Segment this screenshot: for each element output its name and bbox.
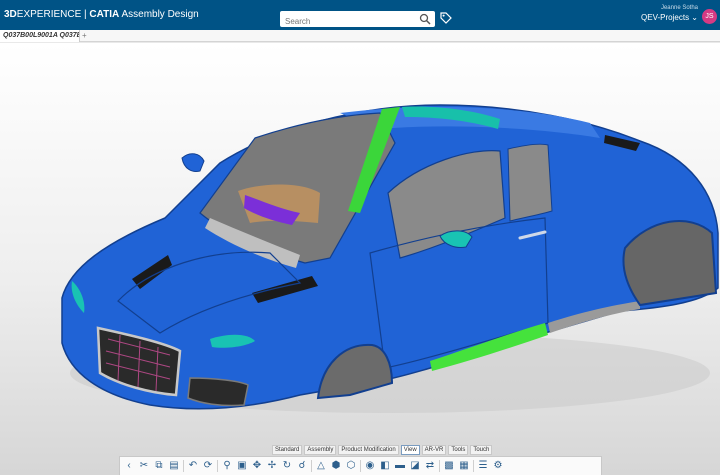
brand-experience: EXPERIENCE: [16, 9, 82, 20]
tree-icon[interactable]: ☰: [477, 460, 489, 472]
capture-icon[interactable]: ▩: [443, 460, 455, 472]
fit-all-icon[interactable]: ✥: [251, 460, 263, 472]
section-assembly[interactable]: Assembly: [304, 445, 337, 455]
toolbar-divider: [183, 460, 184, 472]
search-icon[interactable]: [419, 13, 431, 25]
collapse-icon[interactable]: ‹: [123, 460, 135, 472]
ground-icon[interactable]: ▬: [394, 460, 406, 472]
section-view[interactable]: View: [400, 445, 420, 455]
render-icon[interactable]: ◉: [364, 460, 376, 472]
3d-viewport[interactable]: [0, 43, 720, 475]
zoom-icon[interactable]: ⚲: [221, 460, 233, 472]
top-bar: 3DEXPERIENCE | CATIA Assembly Design Jea…: [0, 0, 720, 30]
brand-title[interactable]: 3DEXPERIENCE | CATIA Assembly Design: [4, 9, 199, 20]
undo-icon[interactable]: ↶: [187, 460, 199, 472]
tab-bar: Q037B00L9001A Q037B00 +: [0, 30, 720, 42]
paste-icon[interactable]: ▤: [168, 460, 180, 472]
left-mirror: [181, 153, 205, 172]
update-icon[interactable]: ⟳: [202, 460, 214, 472]
normal-view-icon[interactable]: △: [315, 460, 327, 472]
search-input[interactable]: [280, 13, 410, 30]
toolbar-divider: [473, 460, 474, 472]
toolbar-divider: [217, 460, 218, 472]
user-menu[interactable]: Jeanne Sotha QEV-Projects ⌄: [641, 5, 698, 22]
iso-view-icon[interactable]: ⬢: [330, 460, 342, 472]
tab-assembly[interactable]: Q037B00L9001A Q037B00: [0, 30, 80, 42]
toolbar-divider: [439, 460, 440, 472]
copy-icon[interactable]: ⧉: [153, 460, 165, 472]
section-touch[interactable]: Touch: [470, 445, 493, 455]
section-icon[interactable]: ◪: [409, 460, 421, 472]
brand-role: Assembly Design: [119, 9, 199, 20]
brand-3d: 3D: [4, 9, 17, 20]
project-selector[interactable]: QEV-Projects ⌄: [641, 13, 698, 22]
options-icon[interactable]: ⚙: [492, 460, 504, 472]
lower-intake: [187, 377, 249, 407]
cut-icon[interactable]: ✂: [138, 460, 150, 472]
section-ar-vr[interactable]: AR-VR: [421, 445, 447, 455]
brand-app: CATIA: [89, 9, 120, 20]
toolbar-divider: [360, 460, 361, 472]
section-standard[interactable]: Standard: [272, 445, 303, 455]
rotate-icon[interactable]: ↻: [281, 460, 293, 472]
rear-window: [507, 143, 553, 222]
car-model[interactable]: [0, 43, 720, 475]
toolbar-divider: [311, 460, 312, 472]
add-tab-button[interactable]: +: [82, 30, 87, 42]
section-product-modification[interactable]: Product Modification: [338, 445, 399, 455]
pan-icon[interactable]: ✢: [266, 460, 278, 472]
tag-icon[interactable]: [440, 12, 452, 24]
cube-icon[interactable]: ▣: [236, 460, 248, 472]
layout-icon[interactable]: ▦: [458, 460, 470, 472]
search-box[interactable]: [280, 11, 435, 30]
avatar[interactable]: JS: [702, 9, 717, 24]
user-name: Jeanne Sotha: [660, 5, 698, 11]
measure-icon[interactable]: ⇄: [424, 460, 436, 472]
action-bar-sections: Standard Assembly Product Modification V…: [272, 445, 493, 455]
zoom-area-icon[interactable]: ☌: [296, 460, 308, 472]
action-bar: ‹ ✂ ⧉ ▤ ↶ ⟳ ⚲ ▣ ✥ ✢ ↻ ☌ △ ⬢ ⬡ ◉ ◧ ▬ ◪ ⇄ …: [119, 456, 602, 475]
section-tools[interactable]: Tools: [448, 445, 469, 455]
view-mode-icon[interactable]: ⬡: [345, 460, 357, 472]
shading-icon[interactable]: ◧: [379, 460, 391, 472]
